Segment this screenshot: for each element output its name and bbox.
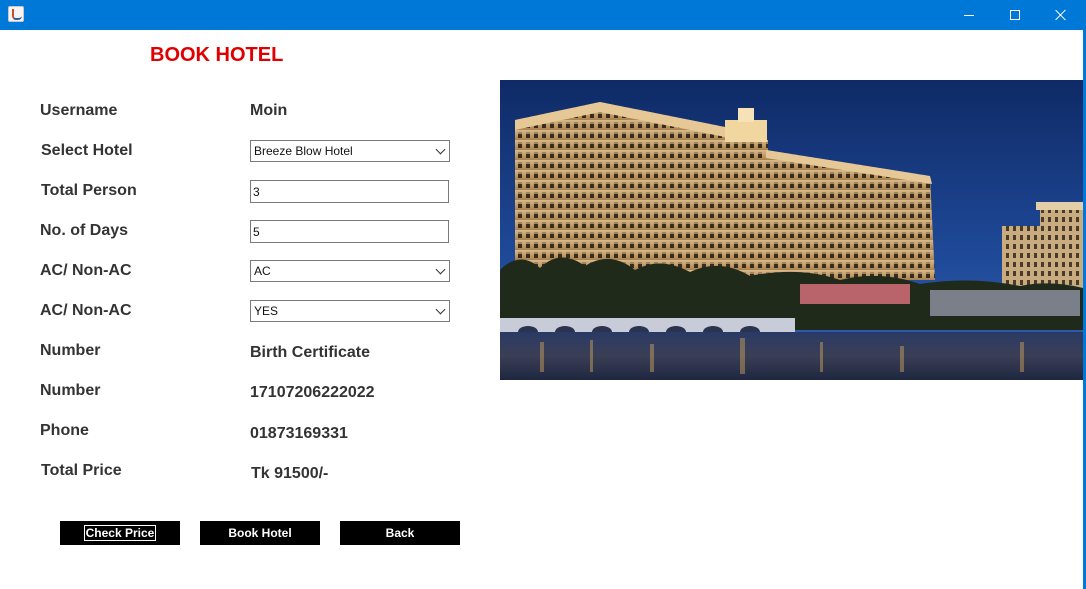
id-number-value: 17107206222022 (250, 384, 375, 401)
hotel-select-value: Breeze Blow Hotel (254, 144, 353, 158)
second-ac-label: AC/ Non-AC (40, 302, 132, 319)
back-label: Back (385, 526, 415, 540)
username-value: Moin (250, 102, 288, 119)
maximize-button[interactable] (992, 0, 1038, 30)
id-type-label: Number (40, 342, 101, 359)
select-hotel-label: Select Hotel (41, 142, 133, 159)
ac-select[interactable]: AC (250, 260, 450, 282)
book-hotel-button[interactable]: Book Hotel (200, 521, 320, 545)
check-price-button[interactable]: Check Price (60, 521, 180, 545)
chevron-down-icon (435, 144, 446, 155)
page-title: BOOK HOTEL (150, 44, 284, 66)
ac-label: AC/ Non-AC (40, 262, 132, 279)
close-button[interactable] (1038, 0, 1084, 30)
maximize-icon (1010, 10, 1020, 20)
id-type-value: Birth Certificate (250, 344, 371, 361)
book-hotel-label: Book Hotel (228, 526, 292, 540)
close-icon (1055, 9, 1067, 21)
check-price-label: Check Price (83, 525, 157, 541)
total-person-field[interactable]: 3 (250, 180, 449, 203)
chevron-down-icon (435, 304, 446, 315)
second-select-value: YES (254, 304, 279, 318)
days-label: No. of Days (40, 222, 129, 239)
minimize-button[interactable] (946, 0, 992, 30)
days-field[interactable]: 5 (250, 220, 449, 243)
ac-select-value: AC (254, 264, 271, 278)
total-price-label: Total Price (41, 462, 122, 479)
phone-value: 01873169331 (250, 425, 348, 442)
window-titlebar (0, 0, 1086, 30)
hotel-photo (500, 80, 1083, 380)
minimize-icon (964, 14, 974, 16)
username-label: Username (40, 102, 118, 119)
hotel-select[interactable]: Breeze Blow Hotel (250, 140, 450, 162)
second-select[interactable]: YES (250, 300, 450, 322)
phone-label: Phone (40, 422, 89, 439)
java-coffee-icon (8, 6, 24, 22)
chevron-down-icon (435, 264, 446, 275)
total-price-value: Tk 91500/- (251, 465, 329, 482)
id-number-label: Number (40, 382, 101, 399)
total-person-label: Total Person (41, 182, 137, 199)
back-button[interactable]: Back (340, 521, 460, 545)
